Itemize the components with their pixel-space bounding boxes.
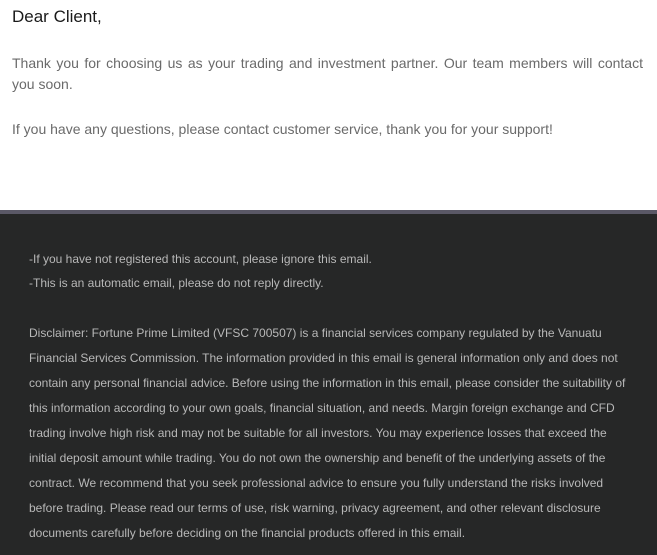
email-footer: -If you have not registered this account… (0, 214, 657, 555)
body-paragraph-support: If you have any questions, please contac… (12, 121, 553, 137)
greeting-heading: Dear Client, (12, 7, 102, 26)
email-body: Dear Client, Thank you for choosing us a… (0, 0, 657, 210)
body-paragraph-thanks: Thank you for choosing us as your tradin… (12, 55, 643, 92)
email-page: Dear Client, Thank you for choosing us a… (0, 0, 657, 555)
footer-note-unregistered: -If you have not registered this account… (29, 252, 372, 266)
footer-note-automatic: -This is an automatic email, please do n… (29, 276, 324, 290)
footer-disclaimer: Disclaimer: Fortune Prime Limited (VFSC … (29, 326, 626, 540)
